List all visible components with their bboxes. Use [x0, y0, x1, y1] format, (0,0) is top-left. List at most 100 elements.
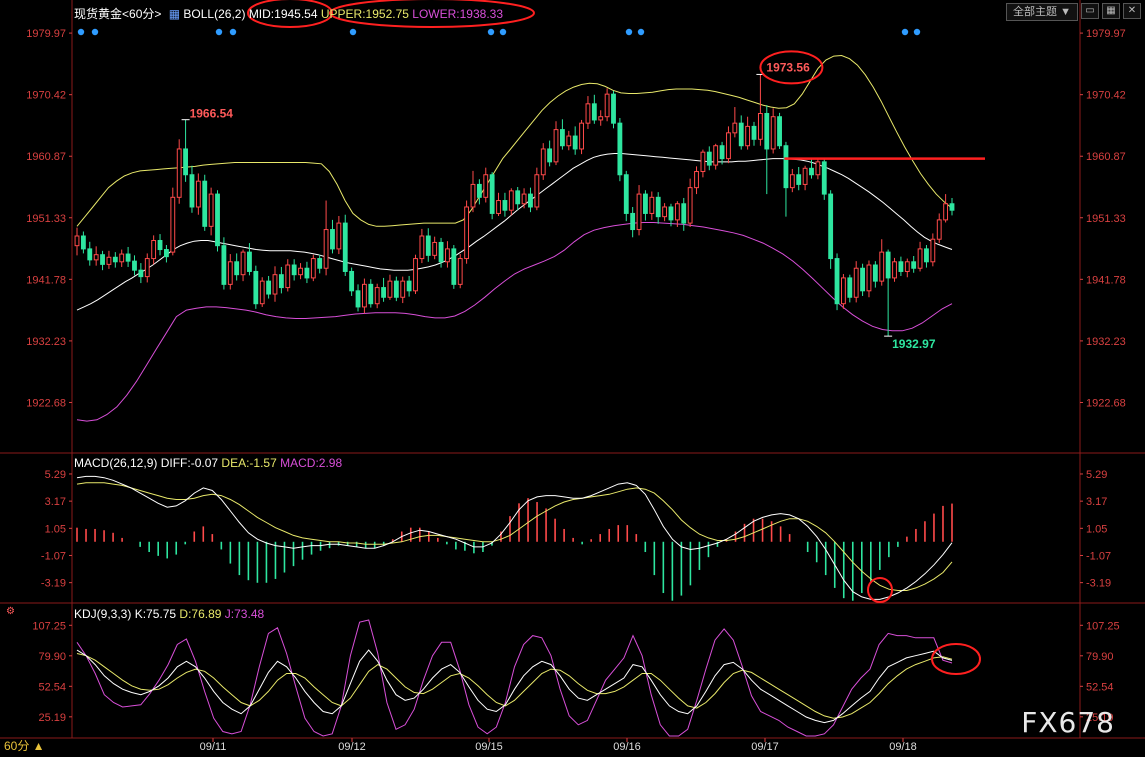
y-tick-label-right: -3.19	[1086, 578, 1111, 590]
y-tick-label-left: 79.90	[38, 651, 66, 663]
y-tick-label-right: 1.05	[1086, 523, 1107, 535]
candle-up	[176, 148, 182, 198]
event-marker-dot	[487, 28, 495, 36]
y-tick-label-left: 1.05	[45, 523, 66, 535]
candle-up	[726, 132, 731, 160]
event-marker-dot	[77, 28, 85, 36]
candle-up	[815, 161, 821, 176]
kdj-j: J:73.48	[224, 607, 265, 621]
y-tick-label-right: 1960.87	[1086, 151, 1126, 163]
candle-up	[713, 145, 719, 166]
event-marker-dot	[637, 28, 645, 36]
candle-up	[674, 203, 680, 221]
candle-up	[432, 241, 438, 256]
candle-down	[617, 122, 623, 176]
candle-up	[585, 103, 591, 124]
event-marker-dot	[91, 28, 99, 36]
candle-up	[604, 93, 610, 118]
candle-down	[381, 287, 386, 298]
macd-header: MACD(26,12,9) DIFF:-0.07 DEA:-1.57 MACD:…	[74, 456, 342, 470]
close-icon[interactable]: ✕	[1123, 3, 1141, 19]
candle-up	[745, 125, 751, 147]
event-marker-dot	[215, 28, 223, 36]
candle-down	[559, 129, 565, 147]
chevron-down-icon: ▼	[1060, 6, 1071, 18]
candle-up	[508, 190, 514, 211]
candle-down	[342, 222, 348, 272]
candle-down	[834, 258, 840, 305]
y-tick-label-left: 1979.97	[26, 28, 66, 40]
candle-up	[930, 238, 936, 263]
candle-up	[208, 193, 214, 227]
x-tick-label: 09/17	[751, 741, 779, 753]
candle-down	[764, 112, 770, 150]
boll-upper-line	[76, 54, 953, 227]
chart-canvas[interactable]: 1979.97 1979.97 1970.42 1970.42 1960.87 1960.…	[0, 0, 1145, 757]
period-selector[interactable]: 60分 ▲	[4, 737, 45, 754]
candle-up	[496, 200, 501, 214]
candle-up	[74, 235, 80, 247]
event-marker-dot	[625, 28, 633, 36]
dea-line	[76, 482, 953, 591]
y-tick-label-right: 1932.23	[1086, 336, 1126, 348]
grid-icon[interactable]: ▦	[1102, 3, 1120, 19]
candle-down	[611, 93, 616, 124]
y-tick-label-left: 52.54	[38, 681, 66, 693]
candle-down	[706, 151, 712, 166]
theme-select[interactable]: 全部主题 ▼	[1006, 3, 1078, 21]
candle-down	[317, 258, 323, 269]
candle-down	[100, 254, 105, 265]
candle-down	[885, 251, 891, 279]
candle-up	[195, 180, 201, 208]
period-label[interactable]: <60分>	[122, 7, 161, 21]
candle-down	[80, 235, 86, 250]
candle-up	[285, 264, 291, 289]
candle-down	[809, 167, 814, 176]
annotation-high-2: 1973.56	[766, 60, 810, 74]
event-marker-dot	[913, 28, 921, 36]
candle-down	[515, 190, 521, 205]
candle-up	[904, 261, 910, 272]
y-tick-label-left: 1932.23	[26, 336, 66, 348]
candle-up	[732, 122, 738, 134]
y-tick-label-left: 1922.68	[26, 397, 66, 409]
candle-up	[598, 116, 604, 121]
macd-diff: DIFF:-0.07	[160, 456, 219, 470]
candle-up	[151, 240, 157, 260]
settings-gear-icon[interactable]: ⚙	[6, 606, 15, 617]
y-tick-label-right: 1951.33	[1086, 213, 1126, 225]
candle-down	[719, 145, 725, 160]
candle-up	[700, 151, 706, 173]
d-line	[76, 653, 953, 719]
candle-down	[87, 248, 93, 261]
candle-down	[247, 251, 252, 272]
y-tick-label-right: 107.25	[1086, 620, 1120, 632]
candle-down	[872, 264, 878, 282]
x-tick-label: 09/15	[475, 741, 503, 753]
candle-down	[623, 174, 629, 214]
candle-up	[445, 248, 450, 263]
event-marker-dot	[499, 28, 507, 36]
x-tick-label: 09/11	[200, 741, 227, 753]
restore-icon[interactable]: ▭	[1081, 3, 1099, 19]
candle-up	[566, 135, 572, 147]
y-tick-label-left: 5.29	[45, 469, 66, 481]
j-line	[76, 619, 953, 737]
y-tick-label-left: 1970.42	[26, 90, 66, 102]
candle-down	[202, 180, 208, 227]
candle-down	[783, 145, 789, 189]
candle-down	[234, 261, 240, 276]
candle-up	[387, 280, 393, 298]
candle-down	[291, 264, 297, 276]
candle-down	[630, 212, 636, 231]
y-tick-label-right: 1922.68	[1086, 397, 1126, 409]
candle-up	[240, 251, 246, 276]
candle-up	[298, 267, 303, 276]
candle-down	[898, 261, 904, 272]
candle-down	[591, 103, 597, 121]
kdj-label: KDJ(9,3,3)	[74, 607, 132, 621]
candle-up	[917, 248, 923, 269]
candle-up	[853, 267, 859, 298]
kdj-header: KDJ(9,3,3) K:75.75 D:76.89 J:73.48	[74, 607, 264, 621]
macd-label: MACD(26,12,9)	[74, 456, 158, 470]
